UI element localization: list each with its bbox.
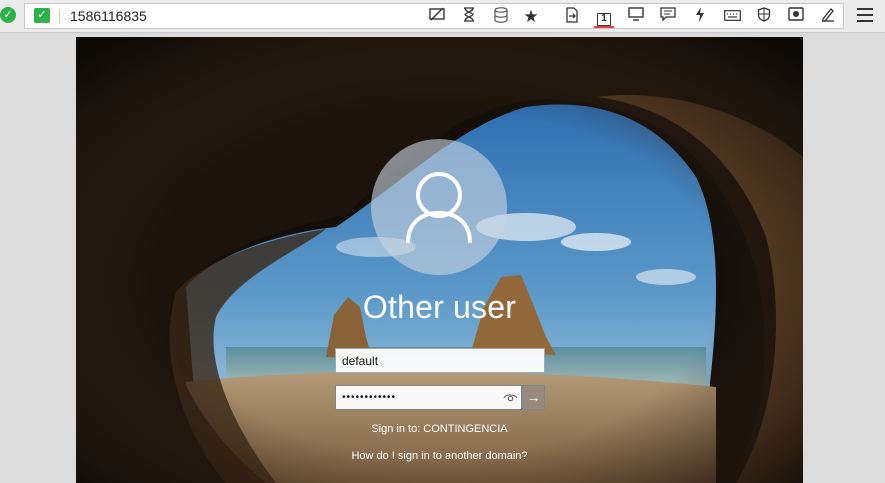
remote-toolbar: ✓ ✓ 1586116835 ★ 1 — [0, 0, 885, 33]
monitor-1-icon[interactable]: 1 — [594, 7, 614, 28]
hamburger-menu-icon[interactable] — [857, 8, 873, 22]
keyboard-icon[interactable] — [722, 7, 742, 26]
file-transfer-icon[interactable] — [562, 7, 582, 26]
hide-remote-cursor-icon[interactable] — [427, 7, 447, 26]
username-input[interactable] — [336, 349, 544, 372]
user-title: Other user — [362, 289, 517, 325]
user-icon — [406, 172, 472, 244]
user-avatar — [371, 139, 507, 275]
display-icon[interactable] — [626, 7, 646, 26]
password-input[interactable] — [336, 386, 496, 409]
shield-icon[interactable] — [754, 7, 774, 26]
submit-button[interactable]: → — [522, 385, 545, 410]
connection-bar: ✓ 1586116835 ★ 1 — [24, 3, 844, 29]
star-icon[interactable]: ★ — [521, 7, 541, 26]
signin-domain-label: Sign in to: CONTINGENCIA — [371, 423, 508, 435]
eye-icon[interactable] — [503, 391, 518, 404]
check-circle-icon[interactable]: ✓ — [0, 7, 16, 23]
chat-icon[interactable] — [658, 7, 678, 26]
pen-icon[interactable] — [818, 7, 838, 26]
username-field-wrap — [335, 348, 545, 373]
password-field-wrap — [335, 385, 522, 410]
hourglass-icon[interactable] — [459, 7, 479, 26]
shield-check-icon: ✓ — [34, 8, 50, 23]
database-icon[interactable] — [491, 7, 511, 26]
remote-screen[interactable]: Other user → Sign in to: CONTINGENCIA Ho… — [76, 37, 803, 483]
lightning-icon[interactable] — [690, 7, 710, 26]
arrow-right-icon: → — [526, 389, 541, 405]
other-domain-link[interactable]: How do I sign in to another domain? — [276, 450, 603, 462]
record-icon[interactable] — [786, 7, 806, 26]
connection-id[interactable]: 1586116835 — [70, 8, 147, 25]
divider — [59, 9, 60, 24]
